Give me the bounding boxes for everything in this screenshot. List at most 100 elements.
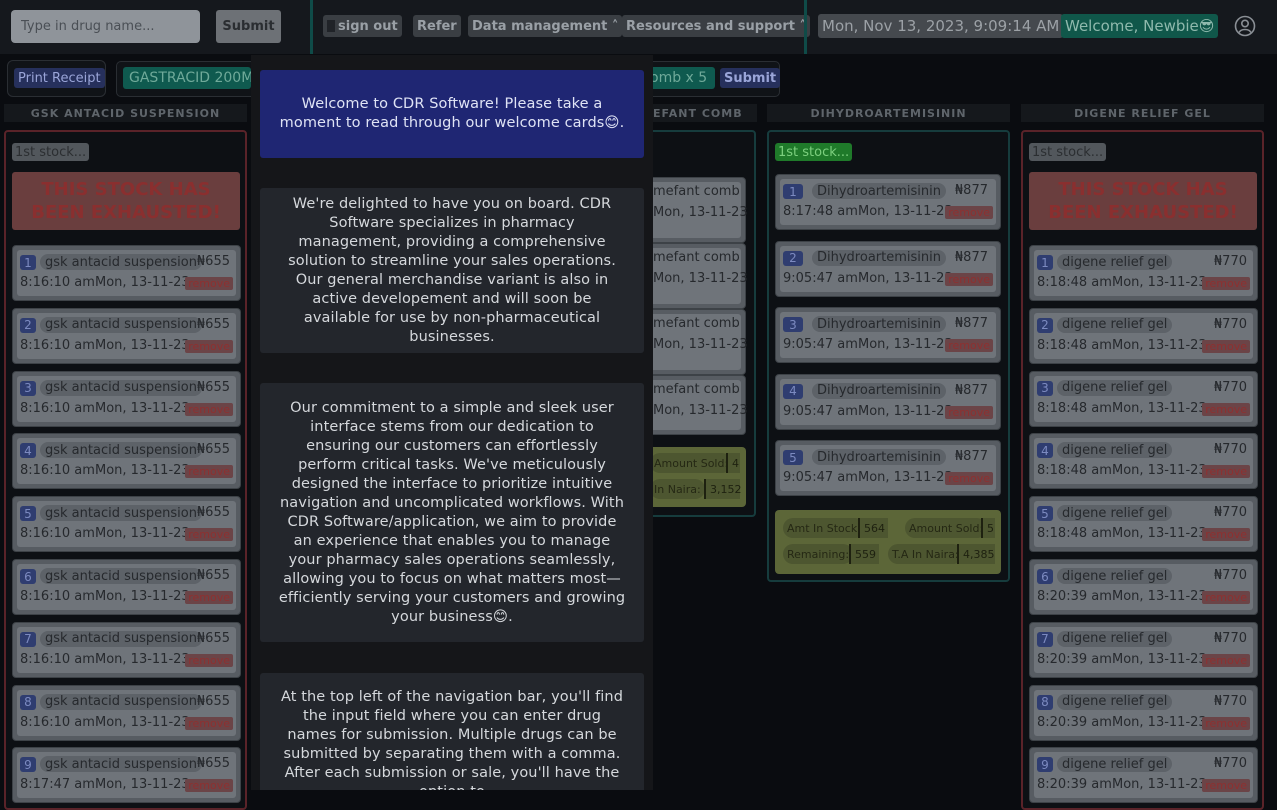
resources-support-menu[interactable]: Resources and support ˄ bbox=[622, 15, 810, 37]
remove-button[interactable]: remove bbox=[1202, 653, 1250, 667]
item-name: digene relief gel bbox=[1057, 254, 1173, 270]
item-name: digene relief gel bbox=[1057, 379, 1173, 396]
remove-button[interactable]: remove bbox=[1202, 591, 1250, 604]
item-name: gsk antacid suspension bbox=[40, 568, 202, 584]
item-date: Mon, 13-11-23 bbox=[95, 526, 190, 542]
sale-item-card: 1 gsk antacid suspension ₦655 8:16:10 am Mon… bbox=[12, 245, 241, 301]
sale-item-card: 1 Dihydroartemisinin ₦877 8:17:48 am Mon, 13… bbox=[775, 174, 1001, 230]
remove-button[interactable]: remove bbox=[185, 716, 233, 730]
data-management-menu[interactable]: Data management ˄ bbox=[468, 15, 623, 37]
item-time: 8:20:39 am bbox=[1037, 714, 1112, 730]
remove-button[interactable]: remove bbox=[185, 528, 233, 542]
remove-button[interactable]: remove bbox=[185, 402, 233, 416]
item-name: digene relief gel bbox=[1057, 442, 1173, 459]
item-name: gsk antacid suspension bbox=[40, 756, 202, 773]
item-date: Mon, 13-11-23 bbox=[653, 271, 748, 286]
receipt-item-tag[interactable]: GASTRACID 200M bbox=[123, 67, 251, 89]
item-number: 4 bbox=[1037, 443, 1053, 459]
remove-button[interactable]: remove bbox=[1202, 716, 1250, 730]
item-date: Mon, 13-11-23 bbox=[95, 337, 190, 353]
sign-out-button[interactable]: sign out bbox=[323, 15, 402, 37]
remove-button[interactable]: remove bbox=[185, 653, 233, 667]
remove-button[interactable]: remove bbox=[1202, 528, 1250, 542]
exhausted-banner: THIS STOCK HAS BEEN EXHAUSTED! bbox=[12, 172, 240, 230]
welcome-card: At the top left of the navigation bar, y… bbox=[260, 673, 644, 790]
remove-button[interactable]: remove bbox=[1202, 779, 1250, 793]
sale-item-card: 9 digene relief gel ₦770 8:20:39 am Mon, 13-… bbox=[1029, 747, 1258, 804]
remove-button[interactable]: remove bbox=[185, 779, 233, 793]
item-time: 8:18:48 am bbox=[1037, 400, 1112, 416]
item-name: mefant comb bbox=[653, 250, 740, 265]
item-number: 3 bbox=[783, 317, 803, 332]
total-amount-value: 3,152 bbox=[704, 479, 742, 499]
item-date: Mon, 13-11-23 bbox=[1112, 589, 1207, 604]
item-price: ₦770 bbox=[1213, 693, 1247, 709]
remove-button[interactable]: remove bbox=[185, 339, 233, 353]
item-number: 2 bbox=[1037, 317, 1053, 333]
item-time: 8:16:10 am bbox=[20, 714, 95, 730]
item-price: ₦877 bbox=[954, 249, 988, 265]
item-date: Mon, 13-11-23 bbox=[858, 270, 953, 286]
item-date: Mon, 13-11-23 bbox=[95, 777, 190, 793]
remove-button[interactable]: remove bbox=[185, 465, 233, 479]
item-number: 7 bbox=[1037, 631, 1053, 647]
total-amount-value: 4,385 bbox=[957, 544, 995, 564]
sale-item-card: 2 Dihydroartemisinin ₦877 9:05:47 am Mon, 13… bbox=[775, 240, 1001, 297]
submit-button[interactable]: Submit bbox=[216, 10, 281, 43]
remove-button[interactable]: remove bbox=[945, 206, 993, 219]
stock-summary: Amt In Stock: 564 Amount Sold: 5 Remaining: 5… bbox=[775, 510, 1001, 574]
remove-button[interactable]: remove bbox=[1202, 465, 1250, 479]
item-price: ₦655 bbox=[196, 756, 230, 772]
item-price: ₦877 bbox=[954, 183, 988, 198]
item-time: 8:16:10 am bbox=[20, 651, 95, 667]
item-date: Mon, 13-11-23 bbox=[653, 205, 748, 220]
sign-out-icon bbox=[327, 20, 335, 32]
item-name: digene relief gel bbox=[1057, 568, 1173, 584]
sale-item-card: 7 gsk antacid suspension ₦655 8:16:10 am Mon… bbox=[12, 621, 241, 678]
sale-item-card: 8 gsk antacid suspension ₦655 8:16:10 am Mon… bbox=[12, 684, 241, 741]
item-number: 6 bbox=[20, 569, 36, 584]
total-amount-label: T.A In Naira: bbox=[888, 544, 963, 564]
remove-button[interactable]: remove bbox=[1202, 402, 1250, 416]
sale-item-card: 6 gsk antacid suspension ₦655 8:16:10 am Mon… bbox=[12, 559, 241, 615]
item-number: 1 bbox=[783, 184, 803, 199]
refer-button[interactable]: Refer bbox=[413, 15, 461, 37]
item-name: mefant comb bbox=[653, 184, 740, 199]
item-time: 8:17:48 am bbox=[783, 204, 858, 219]
remove-button[interactable]: remove bbox=[945, 272, 993, 286]
exhausted-banner: THIS STOCK HAS BEEN EXHAUSTED! bbox=[1029, 172, 1257, 230]
item-price: ₦770 bbox=[1213, 568, 1247, 583]
user-account-icon[interactable] bbox=[1234, 15, 1256, 37]
item-number: 2 bbox=[20, 317, 36, 333]
item-name: Dihydroartemisinin bbox=[812, 382, 946, 399]
item-price: ₦770 bbox=[1213, 505, 1247, 521]
remove-button[interactable]: remove bbox=[185, 591, 233, 604]
amount-sold-value: 5 bbox=[981, 518, 995, 538]
sale-item-card: 4 gsk antacid suspension ₦655 8:16:10 am Mon… bbox=[12, 433, 241, 490]
remove-button[interactable]: remove bbox=[945, 405, 993, 419]
drug-search-input[interactable] bbox=[11, 10, 200, 43]
item-number: 1 bbox=[1037, 255, 1053, 270]
item-number: 8 bbox=[20, 694, 36, 710]
remove-button[interactable]: remove bbox=[1202, 339, 1250, 353]
amount-sold-label: Amount Sold: bbox=[650, 453, 733, 473]
sale-item-card: 5 digene relief gel ₦770 8:18:48 am Mon, 13-… bbox=[1029, 496, 1258, 553]
item-number: 3 bbox=[1037, 380, 1053, 396]
item-name: gsk antacid suspension bbox=[40, 630, 202, 647]
receipt-item-tag[interactable]: omb x 5 bbox=[650, 67, 715, 89]
stock-batch-tag[interactable]: 1st stock... bbox=[1029, 143, 1107, 161]
item-price: ₦655 bbox=[196, 442, 230, 458]
remove-button[interactable]: remove bbox=[945, 339, 993, 352]
stock-batch-tag[interactable]: 1st stock... bbox=[12, 143, 90, 161]
item-time: 8:16:10 am bbox=[20, 275, 95, 290]
remove-button[interactable]: remove bbox=[1202, 277, 1250, 290]
receipt-submit-button[interactable]: Submit bbox=[720, 68, 781, 88]
remove-button[interactable]: remove bbox=[185, 277, 233, 290]
remove-button[interactable]: remove bbox=[945, 472, 993, 485]
print-receipt-button[interactable]: Print Receipt bbox=[14, 68, 105, 88]
stock-batch-tag[interactable]: 1st stock... bbox=[775, 143, 853, 161]
item-number: 5 bbox=[1037, 506, 1053, 522]
item-name: gsk antacid suspension bbox=[40, 505, 202, 522]
item-date: Mon, 13-11-23 bbox=[858, 470, 953, 485]
item-time: 8:16:10 am bbox=[20, 526, 95, 542]
